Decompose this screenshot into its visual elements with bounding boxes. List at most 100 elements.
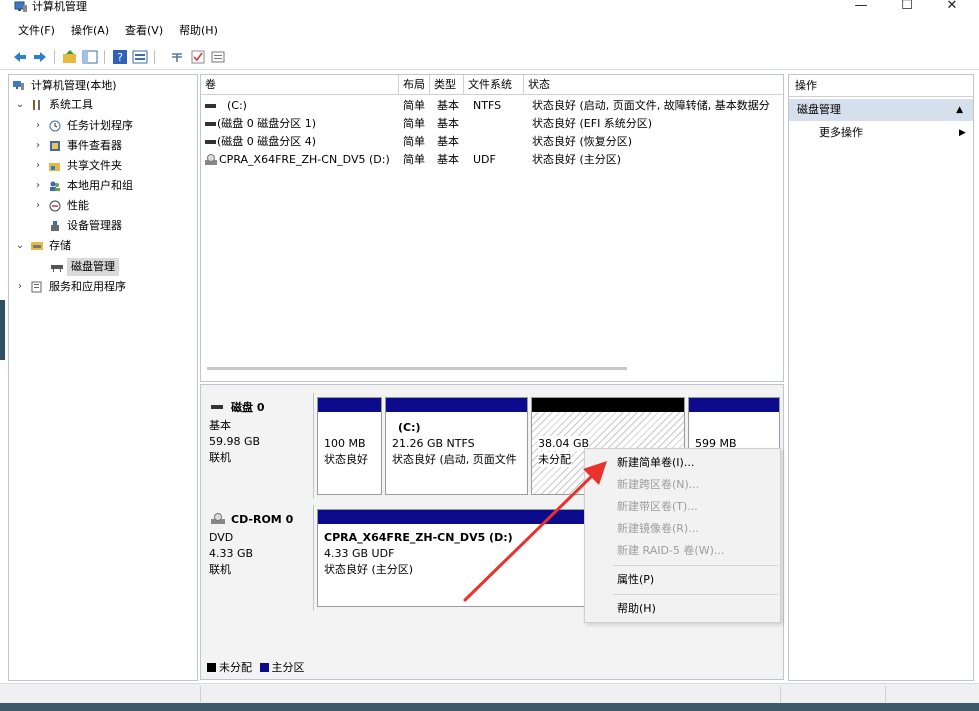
forward-icon[interactable] [32,49,48,65]
chevron-down-icon[interactable]: ⌄ [15,96,25,114]
maximize-button[interactable]: ☐ [892,0,922,14]
partition-size: 100 MB [324,437,366,450]
chevron-right-icon[interactable]: › [33,117,43,135]
section-label: 磁盘管理 [797,103,841,116]
tree-item-shared-folders[interactable]: › 共享文件夹 [9,157,197,175]
volume-filesystem: NTFS [473,99,502,112]
horizontal-scrollbar[interactable] [207,367,627,370]
menu-item-properties[interactable]: 属性(P) [617,572,654,588]
tree-item-device-manager[interactable]: 设备管理器 [9,217,197,235]
actions-section-disk-management[interactable]: 磁盘管理 ▲ [789,99,973,121]
tree-item-services-apps[interactable]: › 服务和应用程序 [9,278,197,296]
check-icon[interactable] [190,49,206,65]
menu-help[interactable]: 帮助(H) [179,24,218,38]
tree-item-storage[interactable]: ⌄ 存储 [9,237,197,255]
more-actions-item[interactable]: 更多操作 [819,125,863,141]
up-folder-icon[interactable] [62,49,78,65]
tree-item-computer-management[interactable]: 计算机管理(本地) [9,77,197,95]
submenu-arrow-icon[interactable]: ▶ [959,125,966,141]
tree-label: 系统工具 [49,98,93,111]
chevron-right-icon[interactable]: › [33,157,43,175]
column-header-status[interactable]: 状态 [524,75,783,95]
chevron-right-icon[interactable]: › [33,137,43,155]
volume-icon [205,122,216,126]
desktop-edge [0,300,5,360]
table-row[interactable]: (C:) [205,97,399,115]
navigation-tree: 计算机管理(本地) ⌄ 系统工具 › 任务计划程序 › 事件查看器 › 共享文件… [8,74,198,681]
volume-type: 基本 [437,99,459,112]
svg-text:?: ? [117,51,123,64]
volume-icon [205,140,216,144]
tree-label: 计算机管理(本地) [31,79,117,92]
disk-management-icon [51,265,63,272]
status-segment [200,686,201,702]
back-icon[interactable] [12,49,28,65]
menu-action[interactable]: 操作(A) [71,24,109,38]
volume-layout: 简单 [403,117,425,130]
toolbar: ? [0,44,979,70]
cd-drive-icon [211,513,225,524]
list-view-icon[interactable] [210,49,226,65]
show-hide-tree-icon[interactable] [82,49,98,65]
tree-label: 磁盘管理 [67,258,119,276]
cdrom-0-label[interactable]: CD-ROM 0 DVD 4.33 GB 联机 [201,505,314,611]
menu-item-new-raid5-volume[interactable]: 新建 RAID-5 卷(W)... [617,543,724,559]
tree-label: 共享文件夹 [67,159,122,172]
close-button[interactable]: ✕ [937,0,967,14]
tree-item-event-viewer[interactable]: › 事件查看器 [9,137,197,155]
chevron-right-icon[interactable]: › [15,278,25,296]
volume-name: (磁盘 0 磁盘分区 4) [217,135,317,148]
toolbar-separator [104,50,105,64]
volume-name: CPRA_X64FRE_ZH-CN_DV5 (D:) [219,153,390,166]
column-header-layout[interactable]: 布局 [399,75,430,95]
menu-file[interactable]: 文件(F) [18,24,55,38]
partition-status: 状态良好 [324,453,368,466]
volume-status: 状态良好 (启动, 页面文件, 故障转储, 基本数据分 [532,99,770,112]
column-header-filesystem[interactable]: 文件系统 [464,75,524,95]
table-row[interactable]: (磁盘 0 磁盘分区 1) [205,115,399,133]
chevron-right-icon[interactable]: › [33,197,43,215]
tree-item-task-scheduler[interactable]: › 任务计划程序 [9,117,197,135]
partition-efi[interactable]: 100 MB 状态良好 [317,397,382,495]
disk-type: 基本 [209,419,231,432]
partition-title: (C:) [398,421,421,434]
connect-icon[interactable] [170,49,186,65]
column-header-volume[interactable]: 卷 [201,75,399,95]
menu-item-new-striped-volume[interactable]: 新建带区卷(T)... [617,499,698,515]
volume-name: (C:) [227,99,247,112]
chevron-down-icon[interactable]: ⌄ [15,237,25,255]
help-icon[interactable]: ? [112,49,128,65]
menu-item-new-simple-volume[interactable]: 新建简单卷(I)... [617,455,694,471]
disk-size: 4.33 GB [209,547,254,560]
table-row[interactable]: (磁盘 0 磁盘分区 4) [205,133,399,151]
properties-view-icon[interactable] [132,49,148,65]
toolbar-separator [54,50,55,64]
collapse-up-icon[interactable]: ▲ [956,99,963,121]
tree-item-system-tools[interactable]: ⌄ 系统工具 [9,96,197,114]
menu-item-new-spanned-volume[interactable]: 新建跨区卷(N)... [617,477,699,493]
volume-status: 状态良好 (主分区) [532,153,622,166]
chevron-right-icon[interactable]: › [33,177,43,195]
disk-type: DVD [209,531,234,544]
legend-primary-swatch [259,663,269,672]
menu-bar: 文件(F) 操作(A) 查看(V) 帮助(H) [0,20,979,42]
computer-management-icon [13,81,24,90]
menu-item-help[interactable]: 帮助(H) [617,601,656,617]
partition-status: 状态良好 (主分区) [324,563,414,576]
performance-icon [49,200,61,212]
menu-separator [613,594,778,595]
clock-icon [49,120,61,132]
volume-filesystem [473,133,523,151]
disk-0-label[interactable]: 磁盘 0 基本 59.98 GB 联机 [201,393,314,499]
tree-item-performance[interactable]: › 性能 [9,197,197,215]
tree-item-disk-management[interactable]: 磁盘管理 [9,258,197,276]
table-row[interactable]: CPRA_X64FRE_ZH-CN_DV5 (D:) [205,151,399,169]
column-header-type[interactable]: 类型 [430,75,464,95]
tree-item-local-users[interactable]: › 本地用户和组 [9,177,197,195]
menu-view[interactable]: 查看(V) [125,24,163,38]
legend-unallocated-swatch [207,663,216,672]
tree-label: 设备管理器 [67,219,122,232]
menu-item-new-mirrored-volume[interactable]: 新建镜像卷(R)... [617,521,699,537]
minimize-button[interactable]: — [846,0,876,14]
tree-label: 存储 [49,239,71,252]
